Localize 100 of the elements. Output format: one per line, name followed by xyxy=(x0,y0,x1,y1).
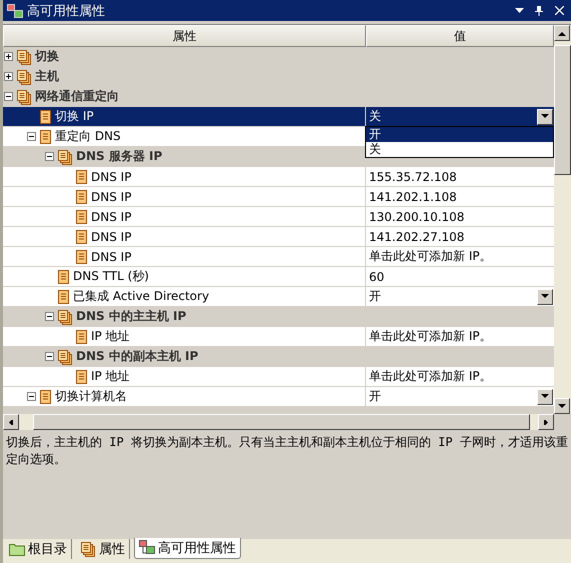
property-row[interactable]: DNS IP 130.200.10.108 xyxy=(3,207,554,227)
stacked-pages-icon xyxy=(57,308,73,324)
property-name: 已集成 Active Directory xyxy=(73,288,210,305)
description-text: 切换后，主主机的 IP 将切换为副本主机。只有当主主机和副本主机位于相同的 IP 子网时，才适用该重定向选项。 xyxy=(5,434,569,468)
property-name: DNS TTL (秒) xyxy=(73,268,149,285)
property-value: 关 xyxy=(369,108,382,125)
property-row[interactable]: IP 地址 单击此处可添加新 IP。 xyxy=(3,367,554,387)
property-name: 切换计算机名 xyxy=(55,388,127,405)
property-value: 155.35.72.108 xyxy=(369,170,458,184)
property-value: 开 xyxy=(369,388,382,405)
category-row[interactable]: 主机 xyxy=(3,67,554,87)
property-name: 主机 xyxy=(35,68,59,85)
stacked-pages-icon xyxy=(57,348,73,364)
folder-icon xyxy=(9,542,25,556)
property-value: 单击此处可添加新 IP。 xyxy=(369,328,493,345)
scroll-up-button[interactable] xyxy=(554,25,570,41)
column-header[interactable]: 属性 xyxy=(3,25,366,47)
app-icon xyxy=(7,2,23,18)
scroll-thumb[interactable] xyxy=(554,45,571,175)
page-icon xyxy=(75,228,88,244)
tab[interactable]: 属性 xyxy=(76,539,130,559)
property-value: 60 xyxy=(369,270,386,284)
scroll-right-button[interactable] xyxy=(538,414,554,430)
stacked-pages-icon xyxy=(16,88,32,104)
page-icon xyxy=(75,168,88,184)
property-value: 单击此处可添加新 IP。 xyxy=(369,248,493,265)
close-icon xyxy=(554,6,564,15)
stacked-pages-icon xyxy=(80,541,96,557)
property-row[interactable]: IP 地址 单击此处可添加新 IP。 xyxy=(3,327,554,347)
page-icon xyxy=(39,108,52,124)
scroll-down-button[interactable] xyxy=(554,398,570,414)
page-icon xyxy=(57,268,70,284)
category-row[interactable]: DNS 中的副本主机 IP xyxy=(3,347,554,367)
collapse-icon[interactable] xyxy=(45,352,54,361)
property-name: 切换 IP xyxy=(55,108,94,125)
up-arrow-icon xyxy=(558,30,566,36)
category-row[interactable]: DNS 中的主主机 IP xyxy=(3,307,554,327)
property-name: DNS IP xyxy=(91,210,132,224)
property-name: DNS 中的主主机 IP xyxy=(76,308,186,325)
property-value: 141.202.1.108 xyxy=(369,190,458,204)
pin-icon xyxy=(535,6,543,16)
property-name: DNS IP xyxy=(91,190,132,204)
property-name: DNS IP xyxy=(91,250,132,264)
property-row[interactable]: 已集成 Active Directory 开 xyxy=(3,287,554,307)
property-name: 重定向 DNS xyxy=(55,128,121,145)
collapse-icon[interactable] xyxy=(27,132,36,141)
collapse-icon[interactable] xyxy=(45,312,54,321)
property-name: DNS IP xyxy=(91,170,132,184)
collapse-icon[interactable] xyxy=(4,92,13,101)
property-row[interactable]: 切换计算机名 开 xyxy=(3,387,554,407)
collapse-icon[interactable] xyxy=(45,152,54,161)
property-value: 开 xyxy=(369,288,382,305)
stacked-pages-icon xyxy=(16,68,32,84)
scroll-left-button[interactable] xyxy=(3,414,19,430)
dropdown-button[interactable] xyxy=(537,108,553,124)
tab[interactable]: 根目录 xyxy=(5,539,72,559)
property-row[interactable]: DNS IP 141.202.1.108 xyxy=(3,187,554,207)
tab[interactable]: 高可用性属性 xyxy=(134,538,241,559)
caret-icon xyxy=(514,8,524,13)
left-arrow-icon xyxy=(7,420,15,424)
dropdown-button[interactable] xyxy=(537,388,553,404)
expand-icon[interactable] xyxy=(4,72,13,81)
down-arrow-icon xyxy=(558,404,566,408)
page-icon xyxy=(75,328,88,344)
property-value: 141.202.27.108 xyxy=(369,230,466,244)
category-row[interactable]: 网络通信重定向 xyxy=(3,87,554,107)
expand-icon[interactable] xyxy=(4,52,13,61)
page-icon xyxy=(75,188,88,204)
column-header[interactable]: 值 xyxy=(366,25,554,47)
stacked-pages-icon xyxy=(16,48,32,64)
page-icon xyxy=(39,128,52,144)
right-arrow-icon xyxy=(542,420,550,424)
property-name: 切换 xyxy=(35,48,59,65)
page-icon xyxy=(75,368,88,384)
property-name: DNS 中的副本主机 IP xyxy=(76,348,198,365)
window-title: 高可用性属性 xyxy=(27,2,106,20)
vertical-scrollbar[interactable] xyxy=(554,25,571,414)
property-name: IP 地址 xyxy=(91,368,130,385)
property-row[interactable]: DNS TTL (秒) 60 xyxy=(3,267,554,287)
page-icon xyxy=(57,288,70,304)
page-icon xyxy=(75,208,88,224)
property-value: 单击此处可添加新 IP。 xyxy=(369,368,493,385)
property-row[interactable]: DNS IP 单击此处可添加新 IP。 xyxy=(3,247,554,267)
stacked-pages-icon xyxy=(57,148,73,164)
caret-icon xyxy=(541,294,549,299)
category-row[interactable]: 切换 xyxy=(3,47,554,67)
property-value: 130.200.10.108 xyxy=(369,210,466,224)
network-computer-icon xyxy=(139,540,155,556)
caret-icon xyxy=(541,394,549,399)
collapse-icon[interactable] xyxy=(27,392,36,401)
property-row[interactable]: DNS IP 141.202.27.108 xyxy=(3,227,554,247)
property-name: IP 地址 xyxy=(91,328,130,345)
caret-icon xyxy=(541,114,549,119)
property-row[interactable]: DNS IP 155.35.72.108 xyxy=(3,167,554,187)
property-name: 网络通信重定向 xyxy=(35,88,119,105)
dropdown-option[interactable]: 开 xyxy=(366,127,553,142)
page-icon xyxy=(39,388,52,404)
dropdown-button[interactable] xyxy=(537,288,553,304)
page-icon xyxy=(75,248,88,264)
property-name: DNS IP xyxy=(91,230,132,244)
